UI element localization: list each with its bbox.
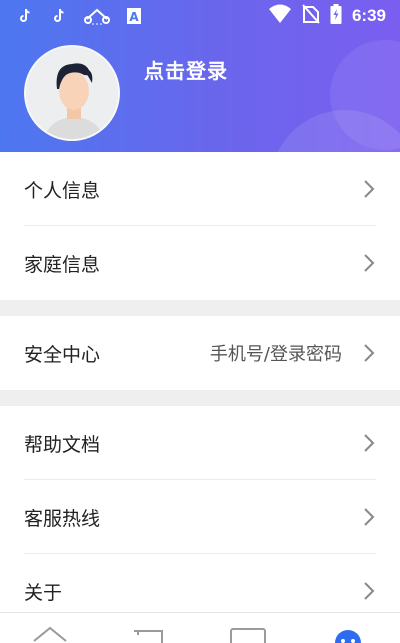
tab-profile[interactable] [328,623,368,643]
login-link[interactable]: 点击登录 [144,55,228,84]
menu-item-hotline[interactable]: 客服热线 [0,480,400,554]
menu-item-help-docs[interactable]: 帮助文档 [0,406,400,480]
menu-group-support: 帮助文档 客服热线 关于 [0,406,400,628]
chevron-right-icon [364,344,375,362]
status-bar: A 6:39 [0,0,400,32]
menu-item-label: 个人信息 [24,179,101,202]
svg-text:A: A [129,10,139,24]
bottom-tab-bar [0,612,400,643]
keyboard-a-icon: A [124,6,144,26]
avatar[interactable] [24,45,120,141]
profile-icon [335,630,361,643]
no-sim-icon [302,4,320,28]
menu-item-label: 关于 [24,581,63,604]
profile-header: A 6:39 点击登录 [0,0,400,152]
wifi-icon [268,4,292,28]
screen-icon [230,628,266,643]
menu-item-family-info[interactable]: 家庭信息 [0,226,400,300]
menu-group-security: 安全中心 手机号/登录密码 [0,316,400,390]
tab-home[interactable] [30,623,70,643]
tab-device[interactable] [128,623,168,643]
menu-item-security-center[interactable]: 安全中心 手机号/登录密码 [0,316,400,390]
chevron-right-icon [364,254,375,272]
chevron-right-icon [364,508,375,526]
chevron-right-icon [364,434,375,452]
home-icon [33,626,67,642]
tab-screen[interactable] [228,623,268,643]
status-time: 6:39 [351,6,386,25]
cast-icon [84,6,110,26]
tiktok-icon [50,6,70,26]
menu-item-label: 安全中心 [24,343,101,366]
menu-item-label: 帮助文档 [24,433,101,456]
menu-group-account: 个人信息 家庭信息 [0,152,400,300]
menu-item-label: 客服热线 [24,507,101,530]
menu-item-label: 家庭信息 [24,253,101,276]
battery-icon [330,4,342,28]
tiktok-icon [16,6,36,26]
menu-item-personal-info[interactable]: 个人信息 [0,152,400,226]
device-icon [134,630,163,643]
chevron-right-icon [364,582,375,600]
menu-item-value: 手机号/登录密码 [209,344,342,365]
chevron-right-icon [364,180,375,198]
